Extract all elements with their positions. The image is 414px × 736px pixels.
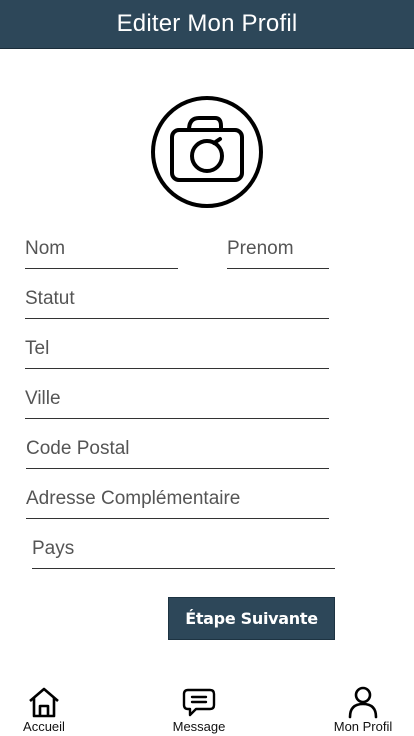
code-postal-input[interactable]: Code Postal (26, 438, 329, 469)
user-icon (348, 686, 378, 719)
tab-accueil[interactable]: Accueil (14, 682, 74, 736)
next-step-button[interactable]: Étape Suivante (168, 597, 335, 640)
header-bar: Editer Mon Profil (0, 0, 414, 49)
prenom-placeholder: Prenom (227, 238, 294, 259)
tab-mon-profil-label: Mon Profil (333, 719, 393, 734)
tab-message[interactable]: Message (168, 682, 230, 736)
message-icon (182, 688, 216, 717)
tab-message-label: Message (172, 719, 226, 734)
statut-placeholder: Statut (25, 288, 75, 309)
ville-input[interactable]: Ville (25, 388, 329, 419)
prenom-input[interactable]: Prenom (227, 238, 329, 269)
nom-input[interactable]: Nom (25, 238, 178, 269)
adresse-placeholder: Adresse Complémentaire (26, 488, 241, 509)
camera-icon (151, 96, 263, 208)
profile-photo-button[interactable] (151, 96, 263, 208)
tab-accueil-label: Accueil (23, 719, 65, 734)
next-step-label: Étape Suivante (185, 609, 318, 628)
page-title: Editer Mon Profil (116, 10, 298, 37)
tel-placeholder: Tel (25, 338, 50, 359)
home-icon (29, 687, 59, 718)
tab-mon-profil[interactable]: Mon Profil (326, 682, 400, 736)
pays-placeholder: Pays (32, 538, 75, 559)
pays-input[interactable]: Pays (32, 538, 335, 569)
adresse-complementaire-input[interactable]: Adresse Complémentaire (26, 488, 329, 519)
code-postal-placeholder: Code Postal (26, 438, 130, 459)
statut-input[interactable]: Statut (25, 288, 329, 319)
nom-placeholder: Nom (25, 238, 66, 259)
bottom-tab-bar: Accueil Message Mon Profil (0, 682, 414, 736)
ville-placeholder: Ville (25, 388, 61, 409)
tel-input[interactable]: Tel (25, 338, 329, 369)
